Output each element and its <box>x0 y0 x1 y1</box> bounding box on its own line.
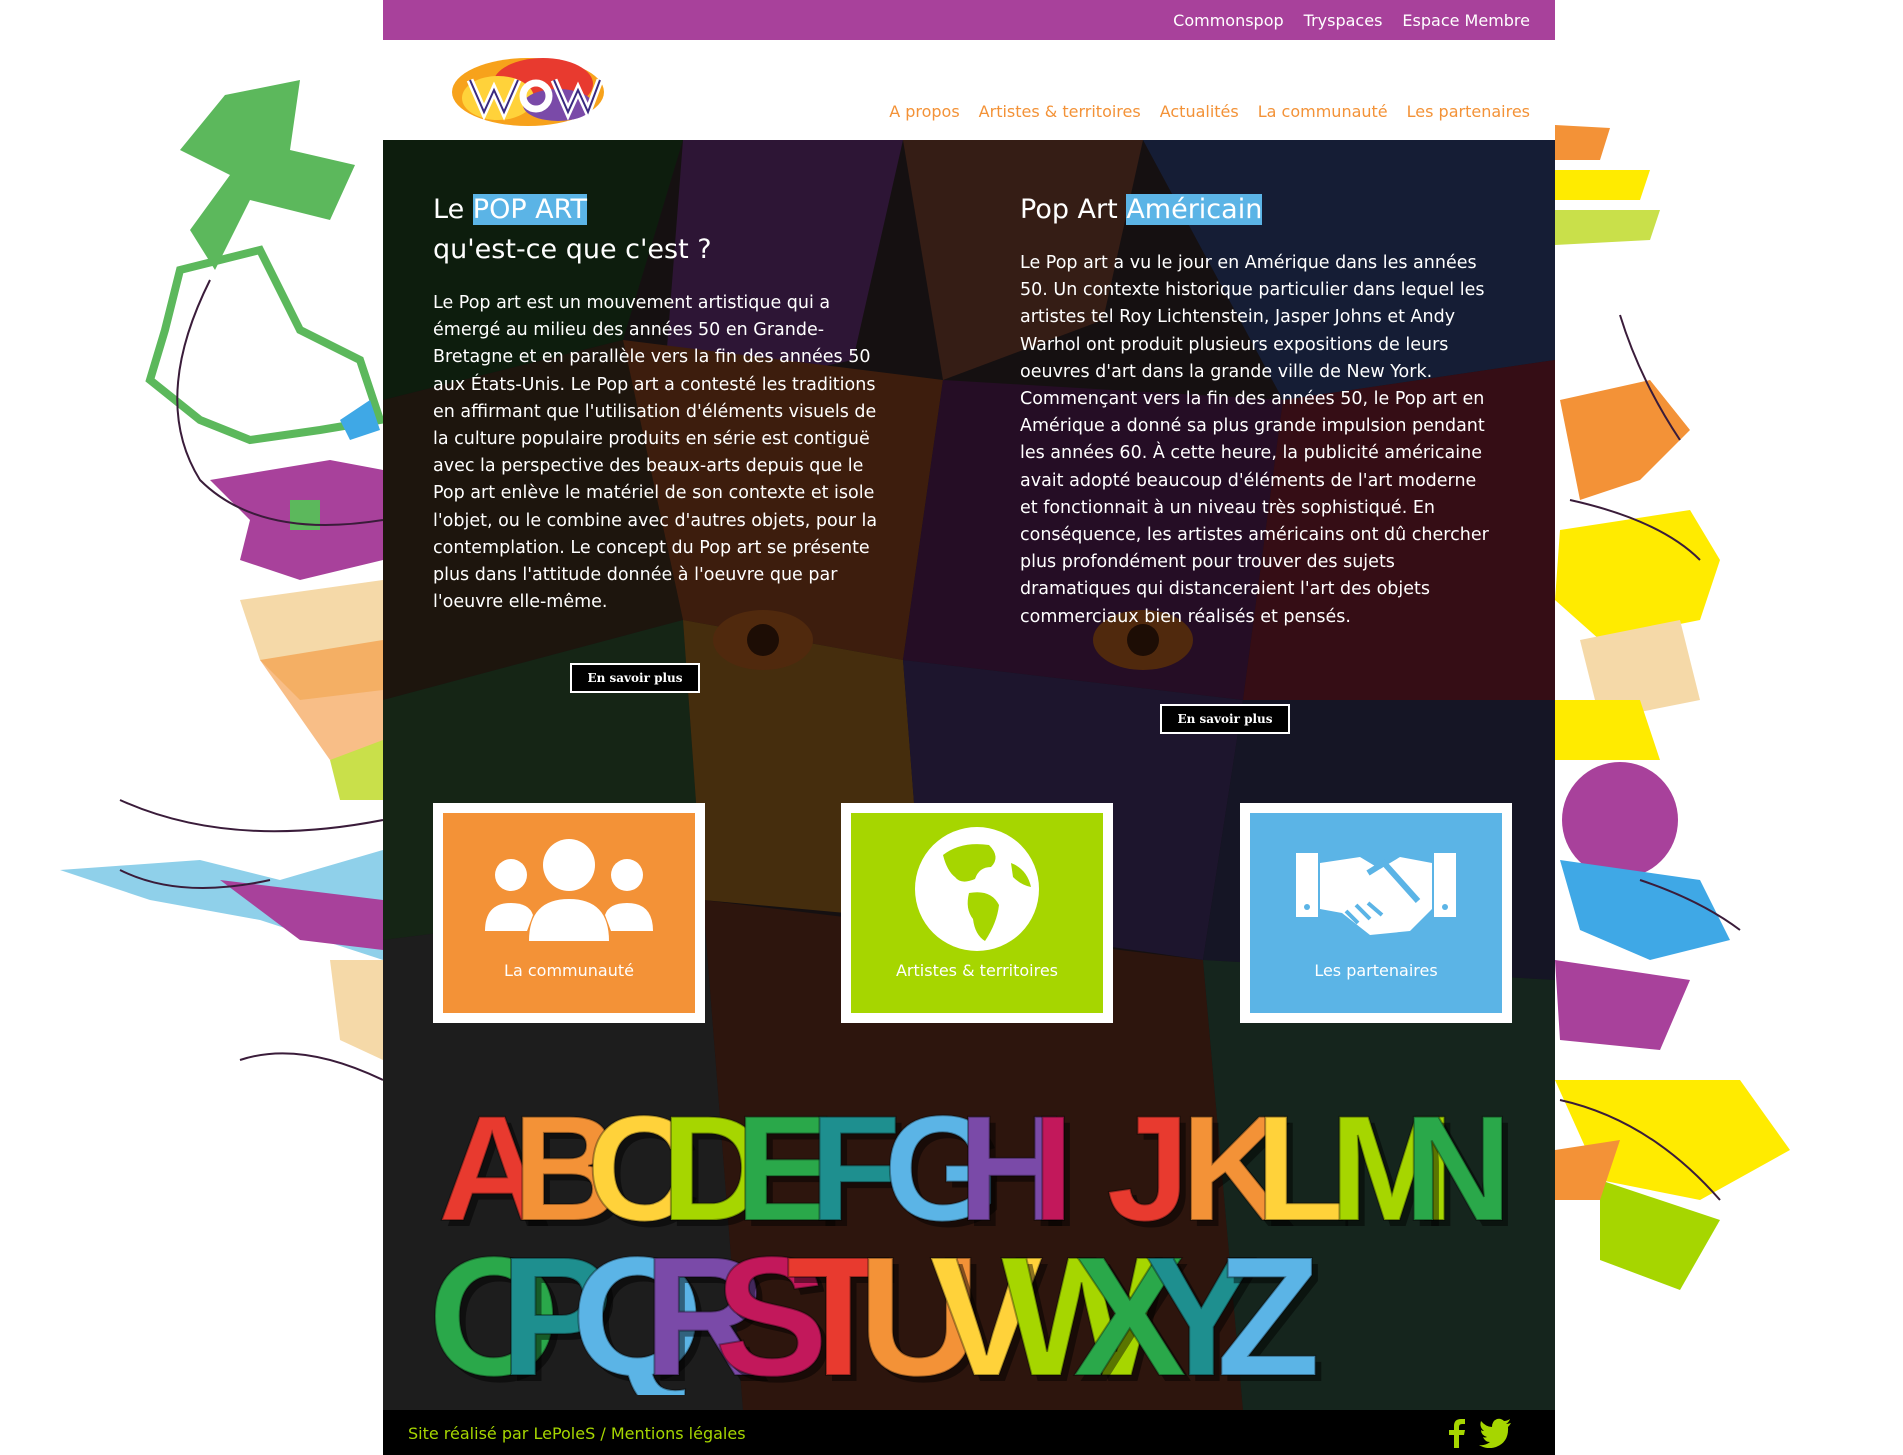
right-title-highlight: Américain <box>1126 194 1263 225</box>
right-title-prefix: Pop Art <box>1020 194 1118 225</box>
left-read-more-button[interactable]: En savoir plus <box>570 663 700 693</box>
right-article: Pop Art Américain Le Pop art a vu le jou… <box>1020 190 1490 631</box>
left-article: Le POP ART qu'est-ce que c'est ? Le Pop … <box>433 190 893 616</box>
nav-actualites[interactable]: Actualités <box>1160 102 1239 121</box>
globe-icon <box>915 827 1039 951</box>
tile-artistes-territoires-label: Artistes & territoires <box>895 961 1059 980</box>
left-title-highlight: POP ART <box>472 194 587 225</box>
tile-artistes-territoires-panel[interactable]: Artistes & territoires <box>851 813 1103 1013</box>
tile-la-communaute-panel[interactable]: La communauté <box>443 813 695 1013</box>
alphabet-letter: Z <box>1216 1222 1320 1395</box>
alphabet-illustration: AABBCCDDEEFFGGHHII JJKKLLMMNNOOPPQQRRSSTT… <box>428 1083 1518 1395</box>
top-bar: Commonspop Tryspaces Espace Membre <box>383 0 1555 40</box>
header: A propos Artistes & territoires Actualit… <box>383 40 1555 140</box>
handshake-icon <box>1296 853 1456 935</box>
nav-a-propos[interactable]: A propos <box>889 102 959 121</box>
wow-logo[interactable] <box>448 50 608 130</box>
right-article-title: Pop Art Américain <box>1020 190 1490 230</box>
left-article-title: Le POP ART qu'est-ce que c'est ? <box>433 190 893 270</box>
left-title-line2: qu'est-ce que c'est ? <box>433 234 712 265</box>
right-article-body: Le Pop art a vu le jour en Amérique dans… <box>1020 253 1489 627</box>
footer-credits[interactable]: Site réalisé par LePoleS / Mentions léga… <box>408 1424 746 1443</box>
top-links: Commonspop Tryspaces Espace Membre <box>1173 0 1530 40</box>
top-link-commonspop[interactable]: Commonspop <box>1173 11 1284 30</box>
tile-la-communaute-label: La communauté <box>504 961 634 980</box>
group-icon <box>485 839 653 941</box>
site-container: Commonspop Tryspaces Espace Membre A pro… <box>383 0 1555 1455</box>
nav-la-communaute[interactable]: La communauté <box>1258 102 1388 121</box>
social-links <box>1445 1418 1513 1448</box>
nav-artistes-territoires[interactable]: Artistes & territoires <box>979 102 1141 121</box>
footer: Site réalisé par LePoleS / Mentions léga… <box>383 1410 1555 1455</box>
right-read-more-button[interactable]: En savoir plus <box>1160 704 1290 734</box>
main-nav: A propos Artistes & territoires Actualit… <box>889 102 1530 121</box>
top-link-espace-membre[interactable]: Espace Membre <box>1402 11 1530 30</box>
main-content: Le POP ART qu'est-ce que c'est ? Le Pop … <box>383 140 1555 1410</box>
left-title-prefix: Le <box>433 194 465 225</box>
tile-artistes-territoires[interactable]: Artistes & territoires <box>841 803 1113 1023</box>
nav-les-partenaires[interactable]: Les partenaires <box>1407 102 1530 121</box>
alphabet-letter: N <box>1404 1084 1512 1252</box>
facebook-icon[interactable] <box>1445 1418 1467 1448</box>
top-link-tryspaces[interactable]: Tryspaces <box>1304 11 1383 30</box>
tile-les-partenaires[interactable]: Les partenaires <box>1240 803 1512 1023</box>
left-article-body: Le Pop art est un mouvement artistique q… <box>433 293 878 613</box>
tile-les-partenaires-panel[interactable]: Les partenaires <box>1250 813 1502 1013</box>
tile-la-communaute[interactable]: La communauté <box>433 803 705 1023</box>
tile-les-partenaires-label: Les partenaires <box>1314 961 1438 980</box>
twitter-icon[interactable] <box>1479 1418 1513 1448</box>
